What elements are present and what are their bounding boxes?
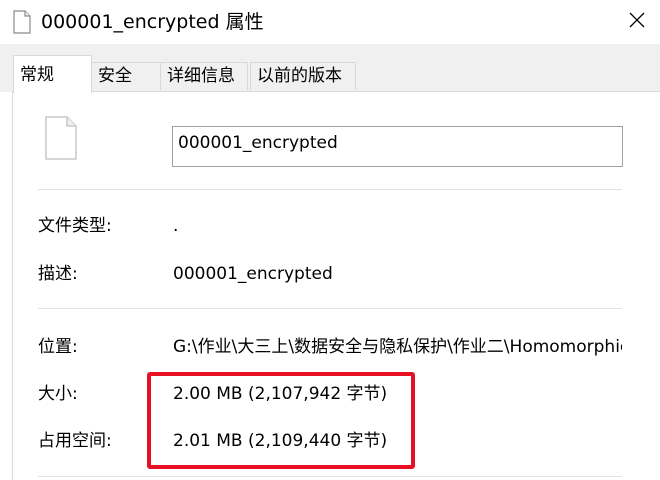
size-label: 大小:: [38, 384, 78, 404]
location-value: G:\作业\大三上\数据安全与隐私保护\作业二\Homomorphic: [173, 337, 622, 357]
filename-field[interactable]: [172, 126, 623, 167]
description-value: 000001_encrypted: [173, 264, 333, 284]
divider: [38, 308, 622, 309]
file-icon: [13, 10, 31, 34]
window-title: 000001_encrypted 属性: [41, 11, 264, 33]
divider: [38, 476, 622, 477]
description-label: 描述:: [38, 264, 78, 284]
blank-file-icon: [44, 115, 78, 161]
file-type-label: 文件类型:: [38, 216, 112, 236]
tab-security[interactable]: 安全: [91, 62, 161, 90]
title-bar[interactable]: 000001_encrypted 属性: [0, 0, 660, 44]
tab-general[interactable]: 常规: [13, 55, 92, 93]
tab-previous-versions[interactable]: 以前的版本: [250, 62, 356, 90]
close-button[interactable]: [614, 0, 660, 44]
properties-window: 000001_encrypted 属性 常规 安全 详细信息 以前的版本 文件类…: [0, 0, 660, 480]
tab-details[interactable]: 详细信息: [160, 62, 248, 90]
file-type-value: .: [173, 216, 179, 236]
highlight-box: [147, 372, 415, 469]
close-icon: [629, 12, 645, 32]
location-label: 位置:: [38, 337, 78, 357]
disk-size-label: 占用空间:: [38, 431, 112, 451]
divider: [38, 189, 622, 190]
